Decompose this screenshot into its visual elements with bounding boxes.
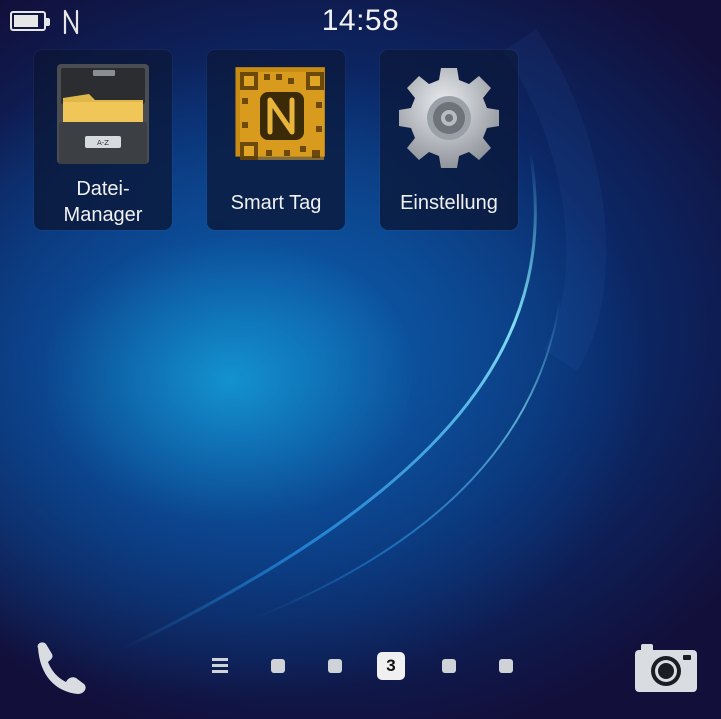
app-label: Einstellung [400, 192, 498, 214]
page-dot-5[interactable] [499, 659, 513, 673]
app-label-line2: Manager [63, 204, 143, 226]
app-smart-tag[interactable]: Smart Tag [207, 50, 345, 230]
dock: 3 [0, 630, 721, 710]
camera-icon[interactable] [633, 642, 699, 694]
settings-gear-icon [399, 68, 499, 168]
file-manager-icon: A-Z [57, 64, 149, 164]
menu-lines-icon[interactable] [212, 658, 228, 676]
page-indicator: 3 [0, 652, 721, 686]
page-dot-2[interactable] [328, 659, 342, 673]
svg-text:A-Z: A-Z [97, 139, 109, 147]
app-settings[interactable]: Einstellung [380, 50, 518, 230]
page-dot-4[interactable] [442, 659, 456, 673]
smart-tag-icon [235, 67, 325, 160]
app-file-manager[interactable]: A-Z Datei- Manager [34, 50, 172, 230]
status-bar: 14:58 [0, 0, 721, 46]
page-dot-1[interactable] [271, 659, 285, 673]
app-label: Smart Tag [230, 192, 322, 214]
app-label-line1: Datei- [76, 178, 130, 200]
page-dot-current[interactable]: 3 [377, 652, 405, 680]
clock: 14:58 [321, 4, 400, 37]
